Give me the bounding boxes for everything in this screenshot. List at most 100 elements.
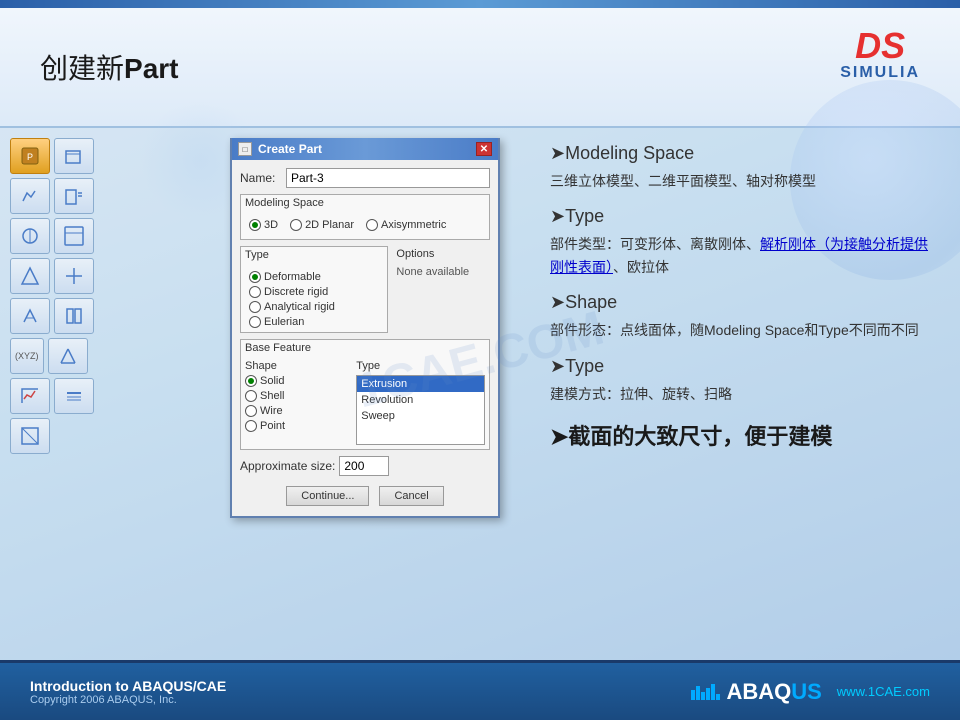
footer: Introduction to ABAQUS/CAE Copyright 200… — [0, 660, 960, 720]
right-content: ➤Modeling Space 三维立体模型、二维平面模型、轴对称模型 ➤Typ… — [520, 128, 960, 660]
type-sweep-item[interactable]: Sweep — [357, 408, 484, 424]
toolbar: P — [0, 128, 220, 660]
radio-eulerian-circle — [249, 316, 261, 328]
page-title: 创建新Part — [40, 47, 178, 87]
toolbar-btn-part[interactable]: P — [10, 138, 50, 174]
radio-discrete-circle — [249, 286, 261, 298]
toolbar-btn-8[interactable] — [54, 258, 94, 294]
toolbar-btn-9[interactable] — [10, 298, 50, 334]
radio-solid[interactable]: Solid — [245, 375, 352, 387]
modeling-space-group: Modeling Space 3D 2D Planar — [240, 194, 490, 240]
name-label: Name: — [240, 171, 280, 185]
section-size: ➤截面的大致尺寸，便于建模 — [550, 419, 930, 451]
svg-text:P: P — [27, 152, 33, 162]
toolbar-btn-5[interactable] — [10, 218, 50, 254]
footer-url: www.1CAE.com — [837, 684, 930, 699]
toolbar-row-2 — [10, 178, 210, 214]
size-text: ➤截面的大致尺寸，便于建模 — [550, 419, 930, 451]
toolbar-btn-11[interactable] — [48, 338, 88, 374]
type-text: 部件类型：可变形体、离散刚体、解析刚体（为接触分析提供刚性表面）、欧拉体 — [550, 233, 930, 278]
type2-text: 建模方式：拉伸、旋转、扫略 — [550, 383, 930, 405]
radio-point[interactable]: Point — [245, 420, 352, 432]
dialog-area: □ Create Part ✕ Name: Modeling Space — [220, 128, 520, 660]
type-revolution-item[interactable]: Revolution — [357, 392, 484, 408]
header: 创建新Part DS SIMULIA — [0, 8, 960, 128]
toolbar-btn-10[interactable] — [54, 298, 94, 334]
radio-axisym[interactable]: Axisymmetric — [366, 219, 446, 231]
footer-right: ABAQUS www.1CAE.com — [691, 679, 930, 705]
radio-analytical-circle — [249, 301, 261, 313]
type-extrusion-item[interactable]: Extrusion — [357, 376, 484, 392]
radio-wire[interactable]: Wire — [245, 405, 352, 417]
toolbar-btn-2[interactable] — [54, 138, 94, 174]
radio-point-circle — [245, 420, 257, 432]
type-text-pre: 部件类型：可变形体、离散刚体、 — [550, 236, 760, 252]
dialog-close-button[interactable]: ✕ — [476, 142, 492, 156]
name-field: Name: — [240, 168, 490, 188]
modeling-space-label: Modeling Space — [241, 195, 489, 211]
type-text-post: 、欧拉体 — [613, 259, 669, 275]
cancel-button[interactable]: Cancel — [379, 486, 443, 506]
name-input[interactable] — [286, 168, 490, 188]
footer-copyright: Copyright 2006 ABAQUS, Inc. — [30, 694, 226, 706]
radio-3d[interactable]: 3D — [249, 219, 278, 231]
radio-solid-circle — [245, 375, 257, 387]
toolbar-btn-14[interactable] — [10, 418, 50, 454]
type-group: Type Deformable Discrete rigid — [240, 246, 388, 333]
options-label: Options — [392, 246, 490, 262]
radio-discrete-rigid[interactable]: Discrete rigid — [249, 286, 379, 298]
radio-axisym-circle — [366, 219, 378, 231]
toolbar-btn-13[interactable] — [54, 378, 94, 414]
radio-analytical-rigid[interactable]: Analytical rigid — [249, 301, 379, 313]
radio-deformable-circle — [249, 271, 261, 283]
radio-2d[interactable]: 2D Planar — [290, 219, 354, 231]
toolbar-btn-7[interactable] — [10, 258, 50, 294]
radio-deformable[interactable]: Deformable — [249, 271, 379, 283]
simulia-ds-mark: DS — [855, 28, 905, 64]
footer-left: Introduction to ABAQUS/CAE Copyright 200… — [30, 678, 226, 706]
type-heading: ➤Type — [550, 206, 930, 227]
toolbar-btn-6[interactable] — [54, 218, 94, 254]
simulia-logo: DS SIMULIA — [840, 28, 920, 82]
toolbar-btn-4[interactable] — [54, 178, 94, 214]
dialog-titlebar: □ Create Part ✕ — [232, 138, 498, 160]
dialog-buttons: Continue... Cancel — [240, 482, 490, 508]
shape-col: Shape Solid Shell Wire — [245, 360, 352, 445]
options-col: Options None available — [392, 246, 490, 333]
abaqus-logo: ABAQUS — [691, 679, 821, 705]
simulia-text: SIMULIA — [840, 64, 920, 82]
radio-2d-circle — [290, 219, 302, 231]
modeling-space-options: 3D 2D Planar Axisymmetric — [241, 215, 489, 239]
toolbar-btn-12[interactable] — [10, 378, 50, 414]
type-listbox[interactable]: Extrusion Revolution Sweep — [356, 375, 485, 445]
top-bar — [0, 0, 960, 8]
radio-eulerian[interactable]: Eulerian — [249, 316, 379, 328]
toolbar-row-1: P — [10, 138, 210, 174]
shape-col-header: Shape — [245, 360, 352, 372]
section-type: ➤Type 部件类型：可变形体、离散刚体、解析刚体（为接触分析提供刚性表面）、欧… — [550, 206, 930, 278]
dialog-body: Name: Modeling Space 3D — [232, 160, 498, 516]
section-type2: ➤Type 建模方式：拉伸、旋转、扫略 — [550, 356, 930, 405]
toolbar-row-3 — [10, 218, 210, 254]
dialog-icon: □ — [238, 142, 252, 156]
approx-size-input[interactable] — [339, 456, 389, 476]
create-part-dialog: □ Create Part ✕ Name: Modeling Space — [230, 138, 500, 518]
type-radios: Deformable Discrete rigid Analytical rig… — [241, 267, 387, 332]
bar-chart-icon — [691, 684, 720, 700]
none-available-text: None available — [392, 262, 490, 282]
toolbar-btn-xyz[interactable]: (XYZ) — [10, 338, 44, 374]
footer-aq: US — [791, 679, 822, 704]
radio-shell[interactable]: Shell — [245, 390, 352, 402]
base-feature-title: Base Feature — [241, 340, 489, 356]
shape-text: 部件形态：点线面体，随Modeling Space和Type不同而不同 — [550, 319, 930, 341]
toolbar-btn-3[interactable] — [10, 178, 50, 214]
continue-button[interactable]: Continue... — [286, 486, 369, 506]
type-col-header: Type — [356, 360, 485, 372]
base-feature-group: Base Feature Shape Solid Shell — [240, 339, 490, 450]
title-prefix: 创建新 — [40, 53, 124, 84]
approx-size-row: Approximate size: — [240, 456, 490, 476]
radio-wire-circle — [245, 405, 257, 417]
footer-brand: ABAQUS — [726, 679, 821, 705]
toolbar-row-5 — [10, 298, 210, 334]
base-feature-body: Shape Solid Shell Wire — [241, 356, 489, 449]
